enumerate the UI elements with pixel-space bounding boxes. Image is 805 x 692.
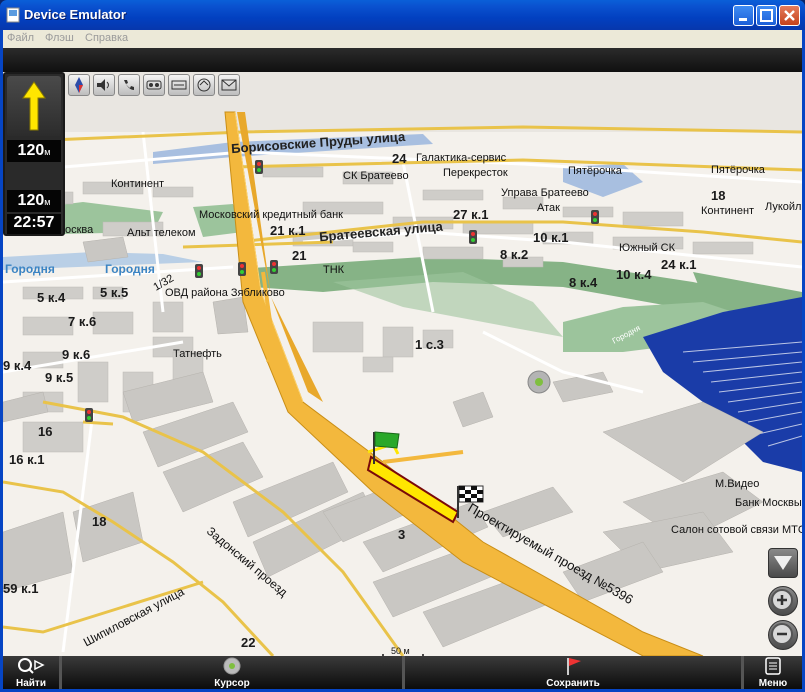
remaining-distance: 120м (7, 190, 61, 212)
house-number: 21 (292, 248, 307, 263)
minimize-button[interactable] (733, 5, 754, 26)
find-label: Найти (16, 678, 46, 689)
menu-icon (765, 657, 781, 675)
poi-label: ОВД района Зябликово (165, 287, 285, 299)
house-number: 5 к.5 (100, 285, 129, 300)
house-number: 10 к.4 (616, 267, 652, 282)
bottom-toolbar: Найти Курсор Сохранить Меню (3, 656, 802, 689)
menu-label: Меню (758, 678, 788, 689)
window-border (0, 48, 3, 692)
arrival-time: 22:57 (7, 214, 61, 234)
poi-label: Московский кредитный банк (199, 209, 343, 221)
close-button[interactable] (779, 5, 800, 26)
house-number: 24 к.1 (661, 257, 697, 272)
map-view[interactable]: Борисовские Пруды улица Братеевская улиц… (3, 72, 802, 656)
zoom-in-icon (771, 589, 793, 611)
mail-icon[interactable] (218, 74, 240, 96)
poi-label: ТНК (323, 264, 345, 276)
poi-label: Лукойл (765, 201, 802, 213)
poi-label: Южный СК (619, 242, 676, 254)
cursor-icon (223, 657, 241, 675)
house-number: 10 к.1 (533, 230, 569, 245)
poi-label: СК Братеево (343, 170, 409, 182)
house-number: 16 (38, 424, 53, 439)
poi-label: Салон сотовой связи МТС (671, 524, 802, 536)
app-icon (6, 7, 20, 23)
poi-label: Пятёрочка (711, 164, 765, 176)
volume-icon[interactable] (93, 74, 115, 96)
house-number: 3 (398, 527, 406, 542)
maximize-button[interactable] (756, 5, 777, 26)
zoom-in-button[interactable] (768, 586, 798, 616)
cursor-label: Курсор (214, 678, 250, 689)
house-number: 27 к.1 (453, 207, 489, 222)
search-icon (18, 658, 45, 674)
menu-flash[interactable]: Флэш (45, 32, 74, 44)
house-number: 59 к.1 (3, 581, 39, 596)
poi-label: Атак (537, 202, 560, 214)
poi-label: Галактика-сервис (416, 152, 507, 164)
save-label: Сохранить (546, 678, 600, 689)
poi-label: М.Видео (715, 478, 760, 490)
house-number: 21 к.1 (270, 223, 306, 238)
minimize-icon (739, 18, 747, 21)
close-icon (784, 10, 795, 21)
scale-label: 50 м (391, 646, 410, 656)
turn-panel[interactable]: 120м 120м 22:57 (3, 72, 65, 236)
gps-icon[interactable] (193, 74, 215, 96)
house-number: 7 к.6 (68, 314, 97, 329)
house-number: 1 с.3 (415, 337, 444, 352)
house-number: 24 (392, 151, 407, 166)
traffic-icon[interactable] (143, 74, 165, 96)
phone-icon[interactable] (118, 74, 140, 96)
district-label: Городня (105, 262, 155, 276)
house-number: 22 (241, 635, 256, 650)
house-number: 18 (711, 188, 726, 203)
status-strip (3, 48, 802, 72)
compass-icon[interactable] (68, 74, 90, 96)
map-toolbar (68, 74, 240, 96)
house-number: 9 к.4 (3, 358, 32, 373)
poi-label: Континент (701, 205, 755, 217)
poi-label: Банк Москвы (735, 497, 802, 509)
turn-indicator (7, 76, 61, 136)
cursor-button[interactable]: Курсор (62, 656, 402, 689)
menu-bar: Файл Флэш Справка (0, 30, 805, 48)
house-number: 9 к.5 (45, 370, 74, 385)
save-button[interactable]: Сохранить (405, 656, 741, 689)
house-number: 9 к.6 (62, 347, 91, 362)
flag-icon (567, 658, 581, 675)
find-button[interactable]: Найти (3, 656, 59, 689)
tilt-down-button[interactable] (768, 548, 798, 578)
house-number: 8 к.4 (569, 275, 598, 290)
straight-arrow-icon (22, 81, 46, 131)
triangle-down-icon (774, 556, 792, 570)
district-label: Городня (5, 262, 55, 276)
menu-help[interactable]: Справка (85, 32, 128, 44)
house-number: 16 к.1 (9, 452, 45, 467)
maximize-icon (760, 9, 773, 22)
menu-button[interactable]: Меню (744, 656, 802, 689)
house-number: 18 (92, 514, 107, 529)
poi-label: Перекресток (443, 167, 508, 179)
poi-label: Пятёрочка (568, 165, 622, 177)
turn-distance: 120м (7, 140, 61, 162)
menu-file[interactable]: Файл (7, 32, 34, 44)
zoom-out-icon (771, 623, 793, 645)
house-number: 8 к.2 (500, 247, 529, 262)
poi-label: Управа Братеево (501, 187, 589, 199)
poi-label: Континент (111, 178, 165, 190)
house-number: 5 к.4 (37, 290, 66, 305)
poi-label: осква (65, 224, 94, 236)
title-bar: Device Emulator (0, 0, 805, 30)
window-title: Device Emulator (24, 7, 126, 22)
zoom-out-button[interactable] (768, 620, 798, 650)
route-icon[interactable] (168, 74, 190, 96)
poi-label: Альт телеком (127, 227, 196, 239)
poi-label: Татнефть (173, 348, 222, 360)
